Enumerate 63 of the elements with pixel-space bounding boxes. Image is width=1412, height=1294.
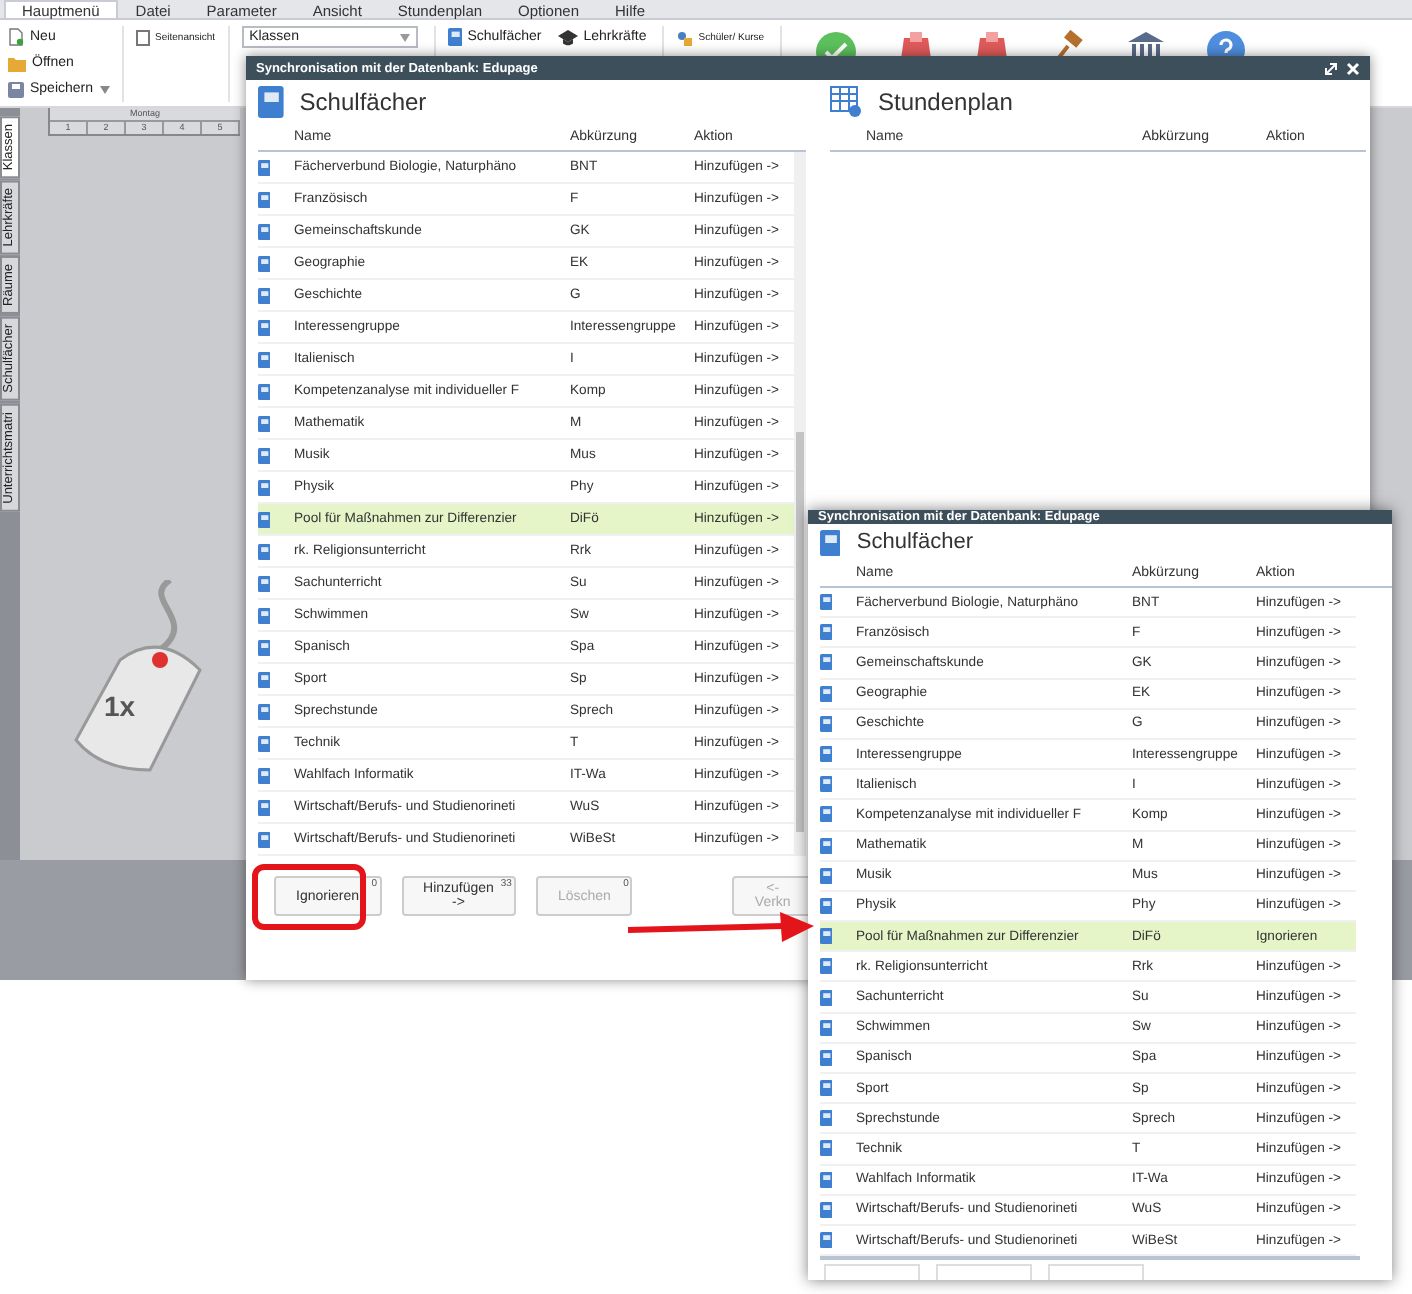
book-icon: [258, 255, 271, 271]
book-icon: [258, 575, 271, 591]
book-icon: [820, 1232, 833, 1249]
book-icon: [258, 799, 271, 815]
book-icon: [258, 415, 271, 431]
new-document-icon: [8, 28, 24, 46]
graduation-cap-icon: [557, 29, 578, 45]
panel-title: Schulfächer: [299, 88, 427, 116]
students-icon: [676, 29, 693, 45]
book-icon: [258, 447, 271, 463]
book-icon: [820, 1171, 833, 1188]
book-icon: [820, 529, 841, 555]
book-icon: [820, 776, 833, 793]
book-icon: [258, 191, 271, 207]
book-icon: [258, 319, 271, 335]
book-icon: [258, 86, 284, 118]
book-icon: [447, 28, 462, 46]
book-icon: [258, 831, 271, 847]
page-view-icon: [135, 29, 150, 45]
book-icon: [820, 624, 833, 641]
book-icon: [820, 867, 833, 884]
book-icon: [258, 671, 271, 687]
calendar-table-icon: [830, 86, 862, 118]
book-icon: [820, 654, 833, 671]
caret-icon: [399, 33, 410, 41]
book-icon: [258, 735, 271, 751]
caret-icon: [99, 85, 110, 93]
book-icon: [820, 1110, 833, 1127]
book-icon: [258, 767, 271, 783]
save-icon: [8, 81, 24, 97]
panel-title: Stundenplan: [878, 88, 1013, 116]
book-icon: [258, 223, 271, 239]
book-icon: [820, 928, 833, 945]
book-icon: [820, 715, 833, 732]
book-icon: [258, 383, 271, 399]
book-icon: [820, 594, 833, 611]
book-icon: [820, 1080, 833, 1097]
scrollbar[interactable]: [794, 152, 806, 856]
book-icon: [258, 639, 271, 655]
book-icon: [820, 897, 833, 914]
panel-title: Schulfächer: [856, 530, 973, 554]
book-icon: [820, 685, 833, 702]
book-icon: [820, 746, 833, 763]
book-icon: [258, 607, 271, 623]
book-icon: [820, 837, 833, 854]
book-icon: [820, 1201, 833, 1218]
book-icon: [258, 287, 271, 303]
book-icon: [258, 543, 271, 559]
book-icon: [820, 1140, 833, 1157]
book-icon: [258, 479, 271, 495]
book-icon: [258, 159, 271, 175]
book-icon: [258, 351, 271, 367]
click-count-label: 1x: [104, 690, 136, 722]
maximize-icon[interactable]: [1324, 61, 1338, 75]
book-icon: [258, 511, 271, 527]
book-icon: [820, 1019, 833, 1036]
book-icon: [820, 1049, 833, 1066]
folder-icon: [8, 55, 26, 71]
book-icon: [820, 989, 833, 1006]
book-icon: [820, 958, 833, 975]
close-icon[interactable]: [1346, 61, 1360, 75]
book-icon: [258, 703, 271, 719]
book-icon: [820, 806, 833, 823]
